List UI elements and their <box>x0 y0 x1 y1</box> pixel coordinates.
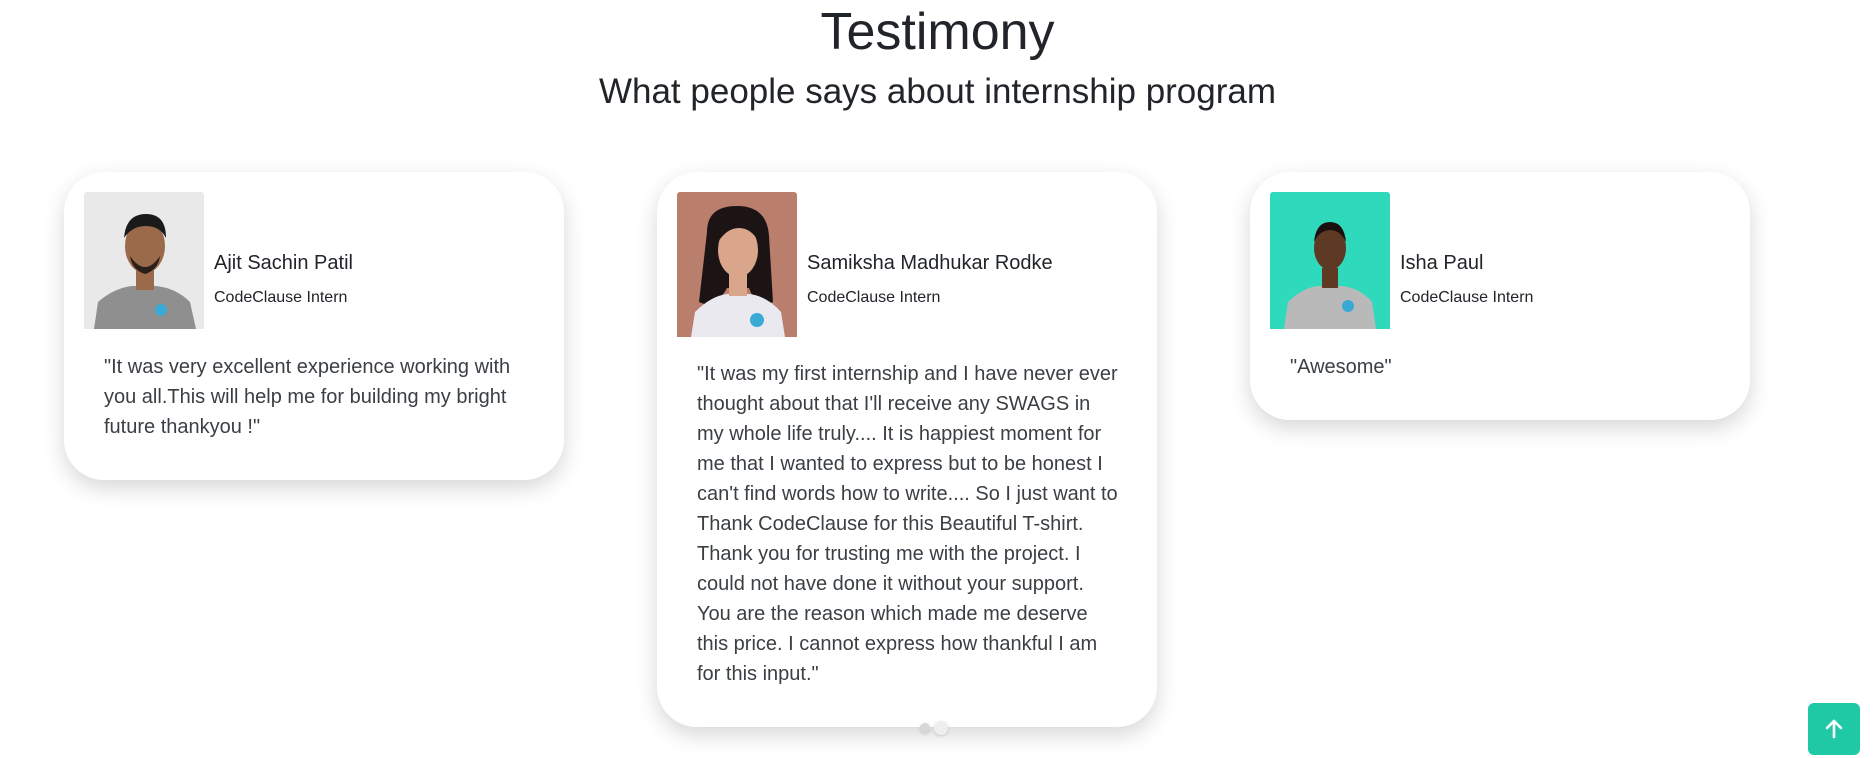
person-name: Ajit Sachin Patil <box>214 252 353 274</box>
arrow-up-icon <box>1825 719 1843 739</box>
carousel-dots <box>920 721 948 735</box>
person-name: Isha Paul <box>1400 252 1484 274</box>
testimonial-quote: "It was very excellent experience workin… <box>104 356 511 438</box>
carousel-dot[interactable] <box>920 723 930 733</box>
section-title: Testimony <box>820 3 1055 61</box>
person-name: Samiksha Madhukar Rodke <box>807 252 1053 274</box>
section-subtitle: What people says about internship progra… <box>598 72 1277 111</box>
testimonial-card: Isha Paul CodeClause Intern "Awesome" <box>1250 172 1750 420</box>
avatar <box>1270 192 1390 329</box>
testimony-section: Testimony What people says about interns… <box>0 0 1875 758</box>
person-role: CodeClause Intern <box>214 289 348 306</box>
testimonial-quote: "Awesome" <box>1290 356 1392 378</box>
testimonial-card: Samiksha Madhukar Rodke CodeClause Inter… <box>657 172 1157 727</box>
back-to-top-button[interactable] <box>1808 703 1860 755</box>
avatar <box>677 192 797 337</box>
person-role: CodeClause Intern <box>1400 289 1534 306</box>
person-role: CodeClause Intern <box>807 289 941 306</box>
avatar <box>84 192 204 329</box>
testimonial-card: Ajit Sachin Patil CodeClause Intern "It … <box>64 172 564 480</box>
testimonial-quote: "It was my first internship and I have n… <box>697 363 1118 685</box>
carousel-dot-active[interactable] <box>934 721 948 735</box>
